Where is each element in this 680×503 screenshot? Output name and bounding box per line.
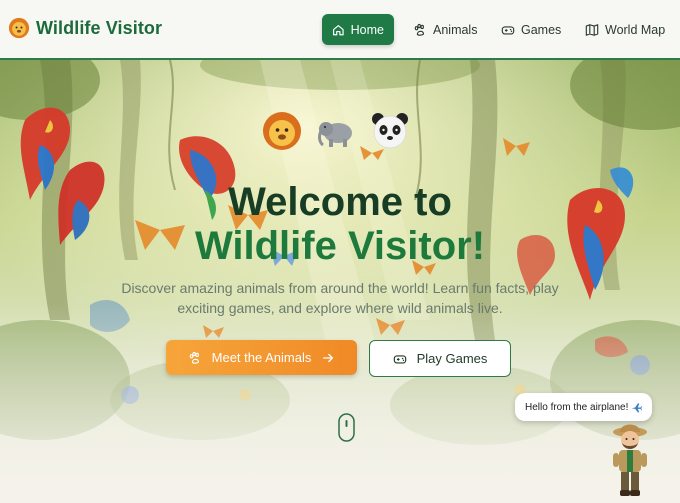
mouse-scroll-icon[interactable]	[338, 413, 355, 442]
guide-speech-bubble: Hello from the airplane!	[515, 393, 653, 421]
gamepad-icon	[393, 354, 406, 364]
top-navbar: Wildlife Visitor Home Animals Games Worl…	[0, 0, 680, 60]
paw-icon	[414, 23, 425, 36]
nav-animals[interactable]: Animals	[403, 14, 487, 45]
nav-world-map[interactable]: World Map	[575, 14, 675, 45]
gamepad-icon	[501, 25, 515, 35]
hero-title: Welcome to Wildlife Visitor!	[0, 180, 680, 268]
nav-home-label: Home	[350, 22, 384, 37]
meet-the-animals-button[interactable]: Meet the Animals	[166, 340, 357, 375]
map-icon	[585, 23, 599, 36]
hero-subtitle: Discover amazing animals from around the…	[121, 280, 559, 316]
home-icon	[332, 24, 344, 35]
play-games-button[interactable]: Play Games	[369, 340, 511, 377]
lion-face-icon	[263, 112, 301, 150]
brand[interactable]: Wildlife Visitor	[8, 17, 162, 39]
brand-title: Wildlife Visitor	[36, 17, 163, 38]
hero-title-line2: Wildlife Visitor!	[194, 224, 486, 268]
meet-the-animals-label: Meet the Animals	[211, 350, 312, 365]
lion-face-icon	[8, 17, 30, 39]
nav-games-label: Games	[521, 22, 562, 37]
play-games-label: Play Games	[416, 351, 488, 366]
hero-title-line1: Welcome to	[228, 180, 452, 224]
guide-bubble-text: Hello from the airplane!	[525, 401, 629, 413]
hero-section: Welcome to Wildlife Visitor! Discover am…	[0, 60, 680, 503]
nav-games[interactable]: Games	[491, 14, 571, 45]
airplane-icon	[632, 402, 643, 412]
explorer-guide-icon[interactable]	[608, 420, 652, 498]
panda-face-icon	[372, 113, 408, 149]
elephant-icon	[318, 122, 352, 147]
arrow-right-icon	[323, 353, 334, 362]
animal-emoji-row	[262, 111, 410, 151]
nav-home[interactable]: Home	[322, 14, 394, 45]
nav-animals-label: Animals	[433, 22, 478, 37]
nav-world-map-label: World Map	[605, 22, 666, 37]
paw-icon	[189, 351, 199, 364]
